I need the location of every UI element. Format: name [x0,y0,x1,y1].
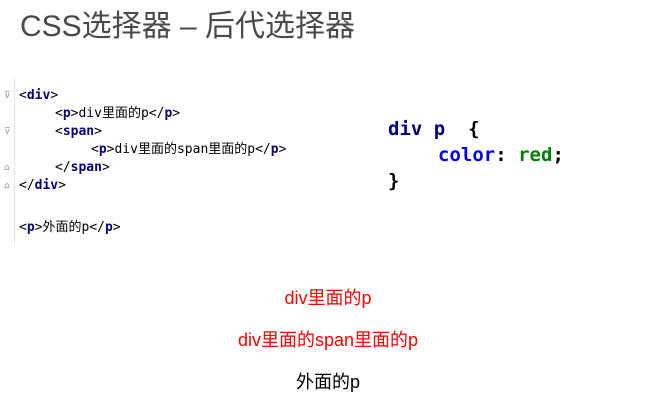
code-line-p-in-span: <p>div里面的span里面的p</p> [91,141,286,159]
code-punct: > [50,88,59,103]
code-punct: < [55,124,63,139]
code-punct: > [101,160,110,175]
code-punct: </ [19,178,35,193]
code-tag: span [62,124,95,139]
code-line-p-outside: <p>外面的p</p> [19,219,121,237]
code-tag: span [70,160,102,175]
fold-open-icon[interactable]: ⊽ [4,92,13,101]
css-selector: div p [388,118,446,140]
code-punct: < [91,142,99,157]
code-line-div-close: </div> [19,177,66,195]
code-line-p-in-div: <p>div里面的p</p> [55,105,180,123]
css-close-brace: } [388,170,400,192]
editor-gutter [0,78,15,243]
css-open-brace: { [468,118,480,140]
code-punct: > [112,220,121,235]
code-punct: > [58,178,66,193]
code-tag: p [26,220,35,235]
code-line-div-open: <div> [19,87,58,105]
css-value: red [518,144,553,166]
code-line-span-close: </span> [55,159,110,177]
fold-end-icon[interactable]: ⌂ [4,164,13,173]
output-line-outside-p: 外面的p [295,372,360,392]
slide-title: CSS选择器 – 后代选择器 [20,10,356,43]
code-punct: < [55,106,63,121]
code-tag: div [34,178,59,193]
code-text: >div里面的p</ [70,106,165,121]
css-rule-selector-line: div p { [388,116,480,142]
code-punct: > [278,142,287,157]
css-semicolon: ; [552,144,564,166]
output-line-div-p: div里面的p [284,288,372,308]
fold-open-icon[interactable]: ⊽ [4,128,13,137]
fold-end-icon[interactable]: ⌂ [4,182,13,191]
code-punct: </ [55,160,71,175]
output-line-span-p: div里面的span里面的p [237,330,419,350]
code-tag: p [104,220,113,235]
code-text: >外面的p</ [34,220,105,235]
code-line-span-open: <span> [55,123,102,141]
css-property: color [438,144,496,166]
code-tag: div [26,88,51,103]
code-punct: < [19,220,27,235]
css-declaration-line: color: red; [438,142,564,168]
code-tag: p [270,142,279,157]
css-close-line: } [388,168,399,194]
code-punct: < [19,88,27,103]
css-colon: : [495,144,507,166]
code-tag: p [62,106,71,121]
code-tag: p [98,142,107,157]
code-punct: > [172,106,181,121]
code-punct: > [94,124,102,139]
code-text: >div里面的span里面的p</ [106,142,271,157]
